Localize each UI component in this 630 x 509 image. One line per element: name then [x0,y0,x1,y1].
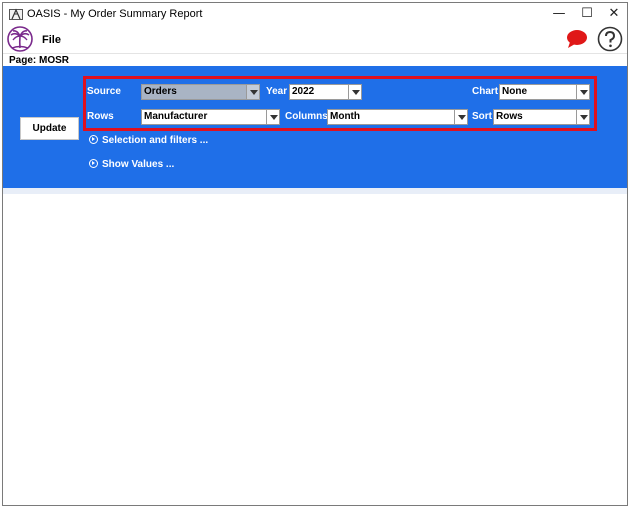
page-label: Page: MOSR [9,55,70,66]
menu-bar: File [3,25,627,53]
highlight-annotation-box [83,76,597,131]
show-values-label: Show Values ... [102,159,175,170]
help-question-icon[interactable] [597,26,623,52]
selection-filters-toggle[interactable]: Selection and filters ... [89,135,208,146]
window-title: OASIS - My Order Summary Report [27,8,203,20]
maximize-button[interactable]: ☐ [575,5,599,23]
title-bar: OASIS - My Order Summary Report — ☐ ✕ [3,3,627,25]
update-button[interactable]: Update [20,117,79,140]
report-options-panel: Update Source Orders Year 2022 Chart Non… [3,66,627,188]
close-button[interactable]: ✕ [602,5,626,23]
selection-filters-label: Selection and filters ... [102,135,209,146]
report-content-area [3,194,627,505]
menu-file[interactable]: File [42,34,61,46]
oasis-app-icon [9,8,23,20]
expand-circle-icon [89,135,98,144]
app-window: OASIS - My Order Summary Report — ☐ ✕ Fi… [2,2,628,506]
chat-bubble-icon[interactable] [566,29,588,49]
expand-circle-icon [89,159,98,168]
page-bar: Page: MOSR [3,53,627,66]
oasis-palm-logo [7,26,33,52]
minimize-button[interactable]: — [547,5,571,23]
show-values-toggle[interactable]: Show Values ... [89,159,174,170]
